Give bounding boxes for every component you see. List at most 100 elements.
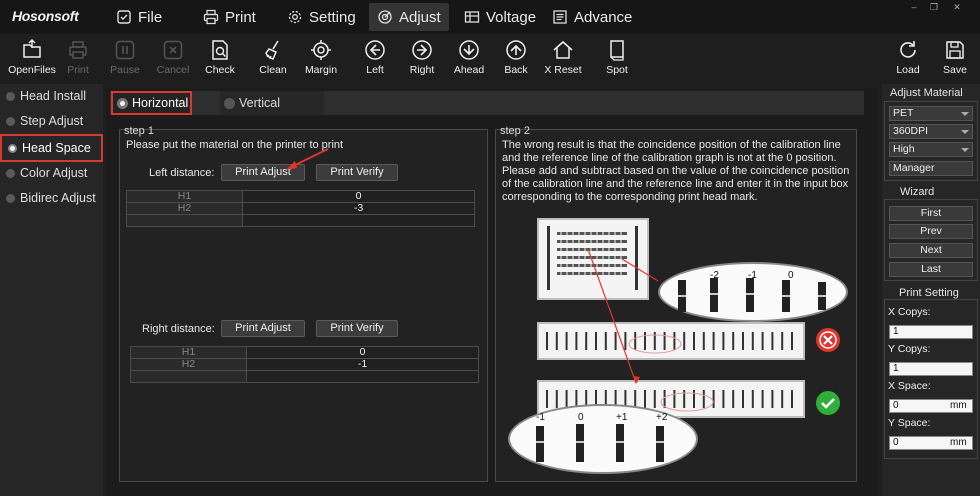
- ahead-button[interactable]: Ahead: [443, 37, 495, 81]
- print-button[interactable]: Print: [52, 37, 104, 81]
- left-distance-label: Left distance:: [149, 167, 215, 179]
- app-logo: Hosonsoft: [12, 8, 79, 24]
- cancel-button[interactable]: Cancel: [147, 37, 199, 81]
- head-value[interactable]: [246, 370, 479, 383]
- right-print-verify-button[interactable]: Print Verify: [316, 320, 398, 337]
- quality-value: High: [893, 143, 915, 155]
- x-space-unit: mm: [950, 400, 967, 411]
- tab-horizontal-label: Horizontal: [132, 96, 189, 110]
- pause-button[interactable]: Pause: [99, 37, 151, 81]
- radio-icon: [224, 97, 235, 109]
- sidebar-item-label: Color Adjust: [20, 166, 88, 180]
- left-button[interactable]: Left: [349, 37, 401, 81]
- arrow-up-icon: [506, 40, 526, 60]
- menu-print[interactable]: Print: [195, 3, 264, 31]
- x-copys-label: X Copys:: [888, 306, 931, 318]
- step2-line: of the calibration line and the referenc…: [502, 178, 849, 190]
- tab-vertical[interactable]: Vertical: [220, 91, 324, 115]
- prev-button[interactable]: Prev: [889, 224, 973, 239]
- print-setting-title: Print Setting: [899, 287, 959, 299]
- quality-select[interactable]: High: [889, 142, 973, 157]
- floppy-disk-icon: [946, 41, 964, 59]
- table-row: H2 -3: [126, 202, 475, 215]
- next-button[interactable]: Next: [889, 243, 973, 258]
- right-distance-table: H1 0 H2 -1: [130, 346, 479, 383]
- menu-setting[interactable]: Setting: [279, 3, 364, 31]
- zoom-bubble-top: -2 -1 0: [658, 262, 848, 322]
- file-check-icon: [117, 10, 131, 24]
- table-row: H2 -1: [130, 358, 479, 371]
- zoom-bubble-bottom: -1 0 +1 +2: [508, 404, 698, 474]
- right-print-adjust-button[interactable]: Print Adjust: [221, 320, 305, 337]
- x-reset-button[interactable]: X Reset: [537, 37, 589, 81]
- annotation-arrow-icon: [286, 148, 329, 170]
- menu-file[interactable]: File: [108, 3, 170, 31]
- sidebar-item-label: Head Space: [22, 141, 91, 155]
- save-button[interactable]: Save: [929, 37, 980, 81]
- pointer-lines: [587, 248, 659, 384]
- tab-horizontal[interactable]: Horizontal: [111, 91, 192, 115]
- back-button[interactable]: Back: [490, 37, 542, 81]
- material-select[interactable]: PET: [889, 106, 973, 121]
- pause-icon: [115, 40, 135, 60]
- arrow-left-icon: [365, 40, 385, 60]
- head-label: [126, 214, 243, 227]
- head-label: [130, 370, 247, 383]
- broom-icon: [265, 40, 279, 60]
- margin-button[interactable]: Margin: [295, 37, 347, 81]
- material-value: PET: [893, 107, 914, 119]
- radio-icon: [6, 91, 15, 101]
- sidebar-item-color-adjust[interactable]: Color Adjust: [0, 161, 103, 185]
- minimize-icon[interactable]: –: [908, 2, 920, 12]
- wizard-title: Wizard: [900, 186, 935, 198]
- sidebar-item-head-space[interactable]: Head Space: [0, 134, 103, 162]
- head-label: H1: [130, 346, 247, 359]
- load-button[interactable]: Load: [882, 37, 934, 81]
- head-value[interactable]: 0: [246, 346, 479, 359]
- clean-button[interactable]: Clean: [247, 37, 299, 81]
- sidebar-item-step-adjust[interactable]: Step Adjust: [0, 109, 103, 133]
- y-space-unit: mm: [950, 437, 967, 448]
- head-value[interactable]: [242, 214, 475, 227]
- adjust-material-title: Adjust Material: [890, 87, 963, 99]
- open-files-icon: [23, 39, 41, 58]
- chevron-down-icon: [961, 130, 969, 134]
- advance-icon: [553, 10, 567, 24]
- sidebar-item-head-install[interactable]: Head Install: [0, 84, 103, 108]
- sidebar-item-bidirec-adjust[interactable]: Bidirec Adjust: [0, 186, 103, 210]
- step2-line: Please add and subtract based on the val…: [502, 165, 850, 177]
- correct-check-icon: [816, 391, 840, 415]
- voltage-icon: [464, 11, 480, 23]
- last-button[interactable]: Last: [889, 262, 973, 277]
- open-files-button[interactable]: OpenFiles: [6, 37, 58, 81]
- head-value[interactable]: -1: [246, 358, 479, 371]
- head-value[interactable]: 0: [242, 190, 475, 203]
- manager-button[interactable]: Manager: [889, 161, 973, 176]
- y-copys-input[interactable]: 1: [889, 362, 973, 376]
- head-label: H2: [130, 358, 247, 371]
- radio-icon: [6, 116, 15, 126]
- cancel-icon: [163, 40, 183, 60]
- dpi-select[interactable]: 360DPI: [889, 124, 973, 139]
- menu-advance[interactable]: Advance: [544, 3, 640, 31]
- target-icon: [311, 40, 331, 60]
- printer-icon: [69, 41, 87, 59]
- x-copys-input[interactable]: 1: [889, 325, 973, 339]
- radio-icon: [6, 168, 15, 178]
- menu-file-label: File: [138, 8, 163, 26]
- menu-voltage[interactable]: Voltage: [456, 3, 544, 31]
- right-button[interactable]: Right: [396, 37, 448, 81]
- check-button[interactable]: Check: [194, 37, 246, 81]
- restore-icon[interactable]: ❐: [928, 2, 940, 12]
- zoom-top-label: -1: [748, 270, 757, 281]
- head-value[interactable]: -3: [242, 202, 475, 215]
- first-button[interactable]: First: [889, 206, 973, 221]
- head-label: H1: [126, 190, 243, 203]
- spot-button[interactable]: Spot: [591, 37, 643, 81]
- sidebar: Head Install Step Adjust Head Space Colo…: [0, 84, 103, 496]
- menu-adjust[interactable]: Adjust: [369, 3, 449, 31]
- table-row: [130, 370, 479, 383]
- menu-adjust-label: Adjust: [399, 8, 441, 26]
- close-icon[interactable]: ✕: [951, 2, 963, 12]
- left-distance-table: H1 0 H2 -3: [126, 190, 475, 227]
